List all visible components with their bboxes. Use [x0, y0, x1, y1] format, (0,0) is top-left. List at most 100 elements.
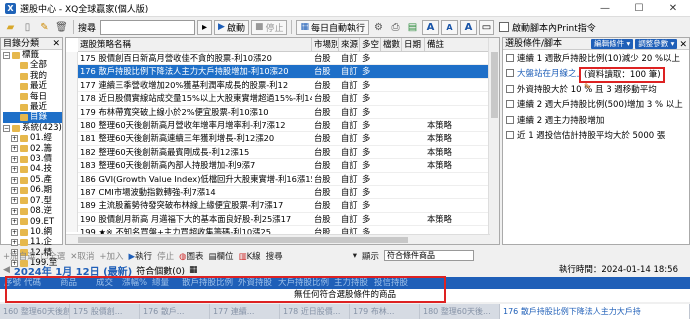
table-row[interactable]: 189 主流股蓄勢待發突破布林線上緣便宜股票-利7漲17 台股 自訂多: [78, 199, 490, 213]
column-header[interactable]: 檔數: [381, 38, 402, 51]
select-all-button[interactable]: ☐全選: [41, 250, 66, 262]
stop-button[interactable]: 停止: [157, 250, 174, 262]
print-command-toggle[interactable]: 啟動腳本內Print指令: [499, 21, 596, 34]
condition-item[interactable]: 近 1 週投信估計持股平均大於 5000 張: [503, 128, 689, 144]
condition-item[interactable]: 連續 2 週大戶持股比例(500)增加 3 % 以上: [503, 97, 689, 113]
tree-item[interactable]: 最近: [3, 102, 62, 112]
tree-item[interactable]: 全部: [3, 60, 62, 70]
tree-item[interactable]: +07.型: [3, 196, 62, 206]
tree-item[interactable]: +02.籌: [3, 144, 62, 154]
prev-date-icon[interactable]: ◀: [3, 265, 10, 275]
tree-item[interactable]: − 系統(423): [3, 123, 62, 133]
layout-icon[interactable]: ▭: [479, 19, 495, 35]
daily-auto-run-button[interactable]: ▦ 每日自動執行: [296, 19, 370, 35]
expand-toggle-icon[interactable]: +: [11, 186, 18, 194]
table-row[interactable]: 187 CMI市場波動指數轉強-利7漲14 台股 自訂多: [78, 186, 490, 200]
export-icon[interactable]: ▤: [405, 20, 420, 35]
condition-item[interactable]: 連續 2 週主力持股增加: [503, 112, 689, 128]
table-row[interactable]: 180 整理60天後創新高月營收年增率月增率利-利7漲12 台股 自訂多 本策略: [78, 119, 490, 133]
column-button[interactable]: ▤欄位: [209, 250, 234, 262]
expand-toggle-icon[interactable]: −: [3, 51, 10, 59]
condition-checkbox[interactable]: [506, 69, 514, 78]
table-row[interactable]: 178 近日股價實線站成交量15%以上大股東實增超過15%-利14漲15 台股 自訂…: [78, 92, 490, 106]
execute-button[interactable]: ▶執行: [129, 250, 153, 262]
expand-toggle-icon[interactable]: +: [11, 207, 18, 215]
column-header[interactable]: 多空: [360, 38, 381, 51]
status-tab[interactable]: 176 散戶...: [140, 304, 210, 319]
tree-item[interactable]: +03.價: [3, 154, 62, 164]
expand-toggle-icon[interactable]: +: [11, 176, 18, 184]
column-header[interactable]: 市場別: [312, 38, 339, 51]
tree-item[interactable]: +04.技: [3, 164, 62, 174]
tree-item[interactable]: 每日: [3, 92, 62, 102]
settings-icon[interactable]: ⚙: [371, 20, 386, 35]
tree-item[interactable]: − 標籤: [3, 50, 62, 60]
table-row[interactable]: 182 整理60天後創新高最賓剛成長-利12漲15 台股 自訂多 本策略: [78, 146, 490, 160]
status-tab[interactable]: 180 整理60天後...: [420, 304, 500, 319]
pencil-icon[interactable]: ✎: [584, 82, 591, 91]
table-row[interactable]: 181 整理60天後創新高連續三年獲利增長-利12漲20 台股 自訂多 本策略: [78, 132, 490, 146]
start-button[interactable]: ▶ 啟動: [214, 19, 249, 35]
status-tab[interactable]: 177 連續...: [210, 304, 280, 319]
kline-button[interactable]: ▥K線: [239, 250, 261, 262]
vertical-scrollbar[interactable]: [488, 38, 499, 244]
expand-toggle-icon[interactable]: +: [11, 218, 18, 226]
status-tab[interactable]: 175 股價創...: [70, 304, 140, 319]
table-row[interactable]: 175 股價創百日新高月營收佳不貪的股票-利10漲20 台股 自訂多: [78, 52, 490, 66]
edit-icon[interactable]: ✎: [37, 20, 52, 35]
condition-checkbox[interactable]: [506, 100, 514, 109]
condition-item[interactable]: 連續 1 週散戶持股比例(10)減少 20 %以上: [503, 50, 689, 66]
font-smaller-icon[interactable]: A: [441, 19, 459, 35]
status-tab[interactable]: 160 整理60天後創新高...: [0, 304, 70, 319]
new-folder-icon[interactable]: ▰: [3, 20, 18, 35]
font-larger-icon[interactable]: A: [422, 19, 440, 35]
table-row[interactable]: 186 GVI(Growth Value Index)低檔回升大股東實增-利16…: [78, 173, 490, 186]
close-icon[interactable]: ✕: [679, 39, 687, 50]
delete-icon[interactable]: 🗑: [54, 20, 69, 35]
edit-conditions-button[interactable]: 編輯條件 ▾: [591, 39, 634, 49]
display-select[interactable]: 符合條件商品: [383, 250, 474, 261]
condition-item[interactable]: 外資持股大於 10 % 且 3 週移動平均: [503, 81, 689, 97]
status-tab[interactable]: 178 近日股價...: [280, 304, 350, 319]
expand-toggle-icon[interactable]: +: [11, 197, 18, 205]
condition-checkbox[interactable]: [506, 115, 514, 124]
adjust-parameters-button[interactable]: 調整參數 ▾: [635, 39, 678, 49]
table-row[interactable]: 190 股價創月新高 月邁福下大的基本面良好股-利25漲17 台股 自訂多 本策略: [78, 213, 490, 227]
tree-item[interactable]: +11.企: [3, 237, 62, 247]
condition-checkbox[interactable]: [506, 84, 514, 93]
tree-item[interactable]: 目錄: [3, 112, 62, 123]
tree-item[interactable]: +01.經: [3, 133, 62, 143]
table-row[interactable]: 179 布林帶寬突破上線小於2%便宜股票-利10漲10 台股 自訂多: [78, 106, 490, 119]
status-tab[interactable]: 179 布林...: [350, 304, 420, 319]
tree-item[interactable]: 最近: [3, 81, 62, 91]
deselect-button[interactable]: ✕取消: [70, 250, 94, 262]
status-tab[interactable]: 176 散戶持股比例下降法人主力大戶持: [500, 304, 690, 319]
column-header[interactable]: 來源: [339, 38, 360, 51]
text-color-icon[interactable]: A: [460, 19, 478, 35]
tree-item[interactable]: +08.逆: [3, 206, 62, 216]
tree-item[interactable]: +05.產: [3, 175, 62, 185]
search-button[interactable]: 搜尋: [266, 250, 283, 262]
chart-button[interactable]: ◍圖表: [179, 250, 203, 262]
condition-checkbox[interactable]: [506, 53, 514, 62]
table-row[interactable]: 183 整理60天後創新高內部人持股增加-利9漲7 台股 自訂多 本策略: [78, 159, 490, 173]
tree-item[interactable]: +06.期: [3, 185, 62, 195]
horizontal-scrollbar[interactable]: [66, 234, 490, 244]
print-icon[interactable]: ⎙: [388, 20, 403, 35]
column-header[interactable]: 日期: [402, 38, 425, 51]
new-file-icon[interactable]: ▯: [20, 20, 35, 35]
column-header[interactable]: 選股策略名稱: [78, 38, 312, 51]
tree-item[interactable]: +10.網: [3, 227, 62, 237]
close-icon[interactable]: ✕: [52, 38, 60, 50]
table-row[interactable]: 176 散戶持股比例下降法人主力大戶持股增加-利10漲20 台股 自訂多: [78, 65, 490, 79]
condition-checkbox[interactable]: [506, 131, 514, 140]
stop-button[interactable]: ■ 停止: [250, 19, 288, 35]
search-input[interactable]: [100, 19, 196, 35]
tree-item[interactable]: 我的: [3, 71, 62, 81]
table-row[interactable]: 177 連續三季營收增加20%獲基利潤率成長的股票-利12 台股 自訂多: [78, 79, 490, 93]
maximize-button[interactable]: ☐: [622, 0, 656, 17]
expand-toggle-icon[interactable]: +: [11, 228, 18, 236]
add-watchlist-button[interactable]: +加自選: [3, 250, 36, 262]
search-go-icon[interactable]: ▸: [197, 19, 213, 35]
expand-toggle-icon[interactable]: +: [11, 239, 18, 247]
